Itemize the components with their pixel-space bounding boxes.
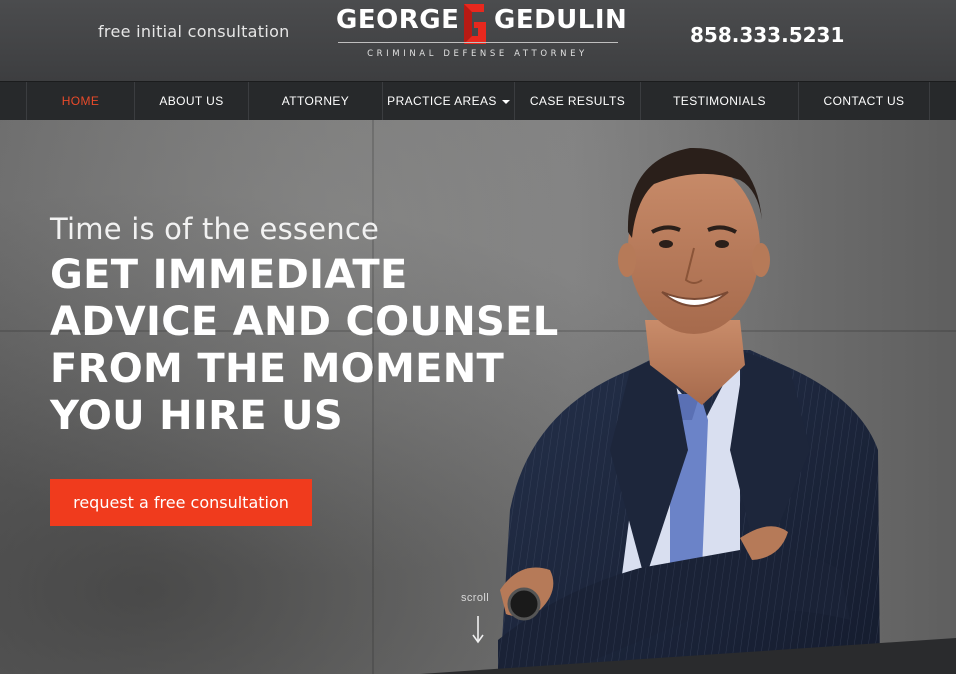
- logo-divider: [338, 42, 618, 43]
- hero-headline-line: FROM THE MOMENT: [50, 346, 505, 392]
- nav-item-practice-areas[interactable]: PRACTICE AREAS: [383, 82, 515, 121]
- nav-item-label: CONTACT US: [823, 94, 905, 108]
- nav-item-label: HOME: [61, 94, 100, 108]
- nav-item-label: ABOUT US: [159, 94, 224, 108]
- logo-g-mark-icon: [464, 4, 486, 44]
- hero-kicker: Time is of the essence: [50, 212, 380, 246]
- dropdown-caret-icon: [501, 99, 510, 104]
- logo-first-name: GEORGE: [336, 5, 460, 35]
- nav-item-testimonials[interactable]: TESTIMONIALS: [641, 82, 799, 121]
- hero-headline-line: GET IMMEDIATE: [50, 252, 408, 298]
- nav-item-attorney[interactable]: ATTORNEY: [249, 82, 383, 121]
- hero-headline-line: ADVICE AND COUNSEL: [50, 299, 559, 345]
- site-logo[interactable]: GEORGE GEDULIN CRIMINAL DEFENSE ATTORNEY: [336, 2, 627, 62]
- hero-headline: GET IMMEDIATE ADVICE AND COUNSEL FROM TH…: [50, 252, 570, 440]
- section-divider-shape: [420, 638, 956, 674]
- request-consultation-button[interactable]: request a free consultation: [50, 479, 312, 526]
- nav-item-about-us[interactable]: ABOUT US: [135, 82, 249, 121]
- logo-last-name: GEDULIN: [494, 5, 628, 35]
- main-navigation: HOME ABOUT US ATTORNEY PRACTICE AREAS CA…: [0, 81, 956, 121]
- nav-item-label: PRACTICE AREAS: [387, 94, 497, 108]
- header-phone-link[interactable]: 858.333.5231: [690, 23, 844, 47]
- nav-item-label: ATTORNEY: [281, 94, 350, 108]
- header-tagline: free initial consultation: [98, 22, 290, 41]
- hero-headline-line: YOU HIRE US: [50, 393, 343, 439]
- site-header: free initial consultation GEORGE GEDULIN…: [0, 0, 956, 81]
- logo-subtitle: CRIMINAL DEFENSE ATTORNEY: [367, 49, 588, 59]
- nav-item-home[interactable]: HOME: [26, 82, 135, 121]
- nav-item-label: CASE RESULTS: [529, 94, 626, 108]
- nav-item-label: TESTIMONIALS: [673, 94, 766, 108]
- nav-item-case-results[interactable]: CASE RESULTS: [515, 82, 641, 121]
- nav-item-contact-us[interactable]: CONTACT US: [799, 82, 930, 121]
- hero-section: Time is of the essence GET IMMEDIATE ADV…: [0, 120, 956, 674]
